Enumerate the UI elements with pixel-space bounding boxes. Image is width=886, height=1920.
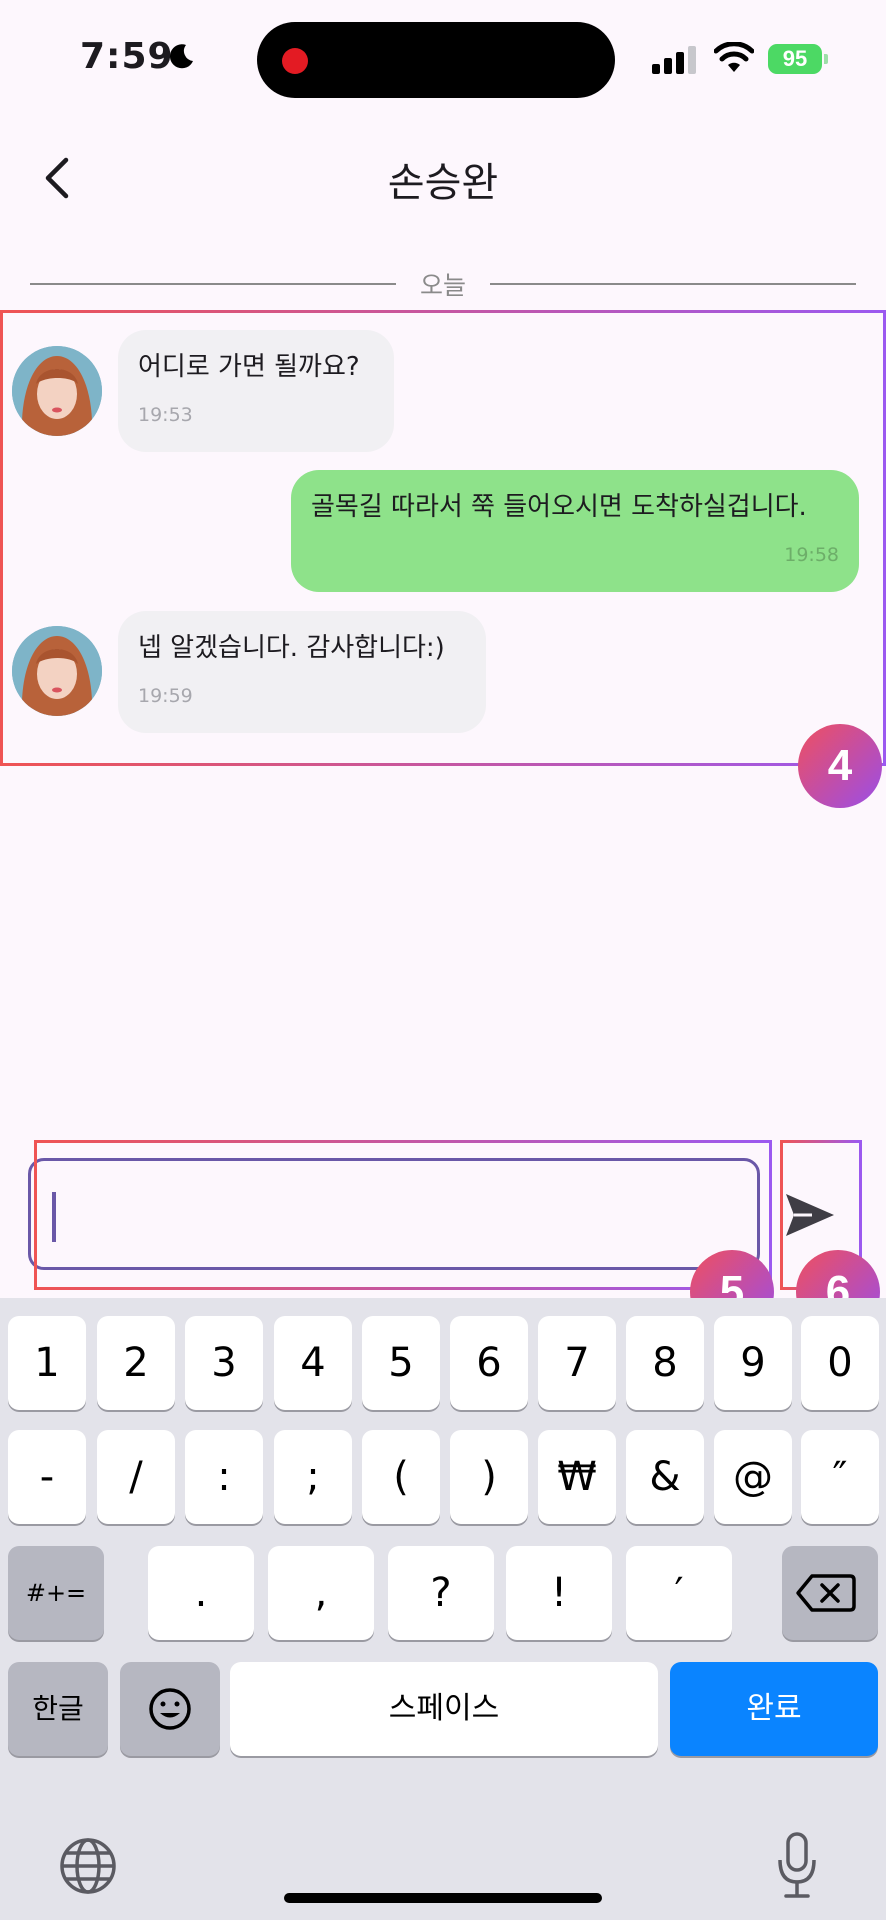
wifi-icon [714, 42, 754, 72]
battery-icon: 95 [768, 44, 828, 74]
keyboard: 1 2 3 4 5 6 7 8 9 0 - / : ; ( ) ₩ & @ ″ … [0, 1298, 886, 1920]
key-colon[interactable]: : [185, 1430, 263, 1524]
key-quote[interactable]: ″ [801, 1430, 879, 1524]
key-ampersand[interactable]: & [626, 1430, 704, 1524]
chat-title: 손승완 [387, 160, 499, 206]
key-exclamation[interactable]: ! [506, 1546, 612, 1640]
key-won[interactable]: ₩ [538, 1430, 616, 1524]
key-question[interactable]: ? [388, 1546, 494, 1640]
dynamic-island [257, 22, 615, 98]
key-comma[interactable]: , [268, 1546, 374, 1640]
key-apostrophe[interactable]: ′ [626, 1546, 732, 1640]
key-7[interactable]: 7 [538, 1316, 616, 1410]
space-key[interactable]: 스페이스 [230, 1662, 658, 1756]
signal-icon [652, 46, 696, 74]
divider-line-left [30, 283, 396, 285]
key-9[interactable]: 9 [714, 1316, 792, 1410]
divider-line-right [490, 283, 856, 285]
emoji-key[interactable] [120, 1662, 220, 1756]
key-4[interactable]: 4 [274, 1316, 352, 1410]
key-3[interactable]: 3 [185, 1316, 263, 1410]
key-close-paren[interactable]: ) [450, 1430, 528, 1524]
annotation-marker: 4 [798, 724, 882, 808]
key-period[interactable]: . [148, 1546, 254, 1640]
recording-indicator [282, 48, 308, 74]
key-semicolon[interactable]: ; [274, 1430, 352, 1524]
globe-icon[interactable] [58, 1836, 118, 1896]
key-2[interactable]: 2 [97, 1316, 175, 1410]
key-5[interactable]: 5 [362, 1316, 440, 1410]
battery-level: 95 [768, 44, 822, 74]
key-1[interactable]: 1 [8, 1316, 86, 1410]
annotation-box-messages [0, 310, 886, 766]
date-divider-label: 오늘 [419, 271, 466, 300]
emoji-icon [149, 1688, 191, 1730]
key-0[interactable]: 0 [801, 1316, 879, 1410]
key-open-paren[interactable]: ( [362, 1430, 440, 1524]
done-key[interactable]: 완료 [670, 1662, 878, 1756]
home-indicator[interactable] [284, 1893, 602, 1903]
key-hyphen[interactable]: - [8, 1430, 86, 1524]
key-slash[interactable]: / [97, 1430, 175, 1524]
key-at[interactable]: @ [714, 1430, 792, 1524]
backspace-key[interactable] [782, 1546, 878, 1640]
key-6[interactable]: 6 [450, 1316, 528, 1410]
annotation-box-input [34, 1140, 772, 1290]
backspace-icon [796, 1574, 856, 1612]
key-symbols[interactable]: #+= [8, 1546, 104, 1640]
status-time: 7:59 [80, 36, 174, 77]
key-language[interactable]: 한글 [8, 1662, 108, 1756]
key-8[interactable]: 8 [626, 1316, 704, 1410]
mic-icon[interactable] [774, 1830, 820, 1902]
moon-icon [169, 44, 193, 69]
